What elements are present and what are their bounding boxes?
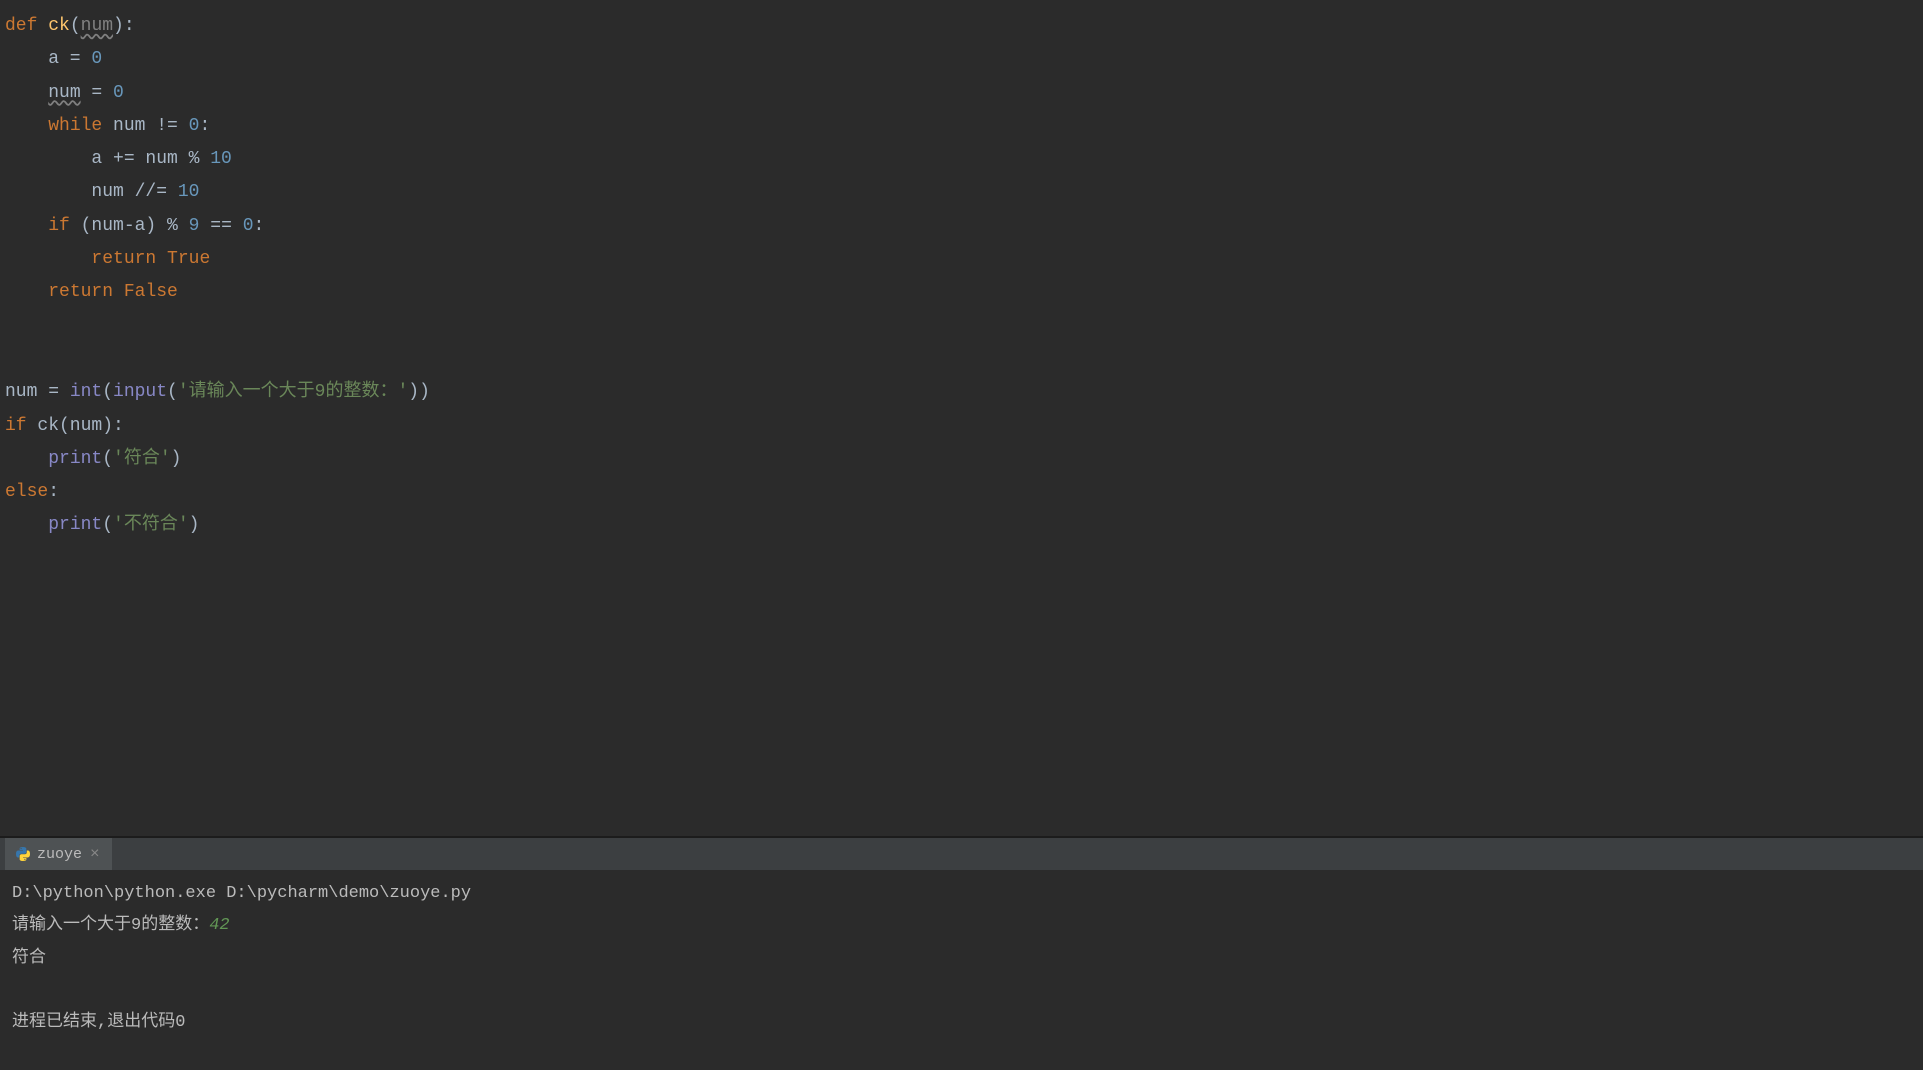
- code-line[interactable]: a = 0: [5, 43, 1918, 76]
- terminal-line: [12, 975, 1911, 1007]
- code-line[interactable]: a += num % 10: [5, 143, 1918, 176]
- terminal-output[interactable]: D:\python\python.exe D:\pycharm\demo\zuo…: [0, 870, 1923, 1070]
- code-line[interactable]: print('不符合'): [5, 509, 1918, 542]
- terminal-line: 请输入一个大于9的整数：42: [12, 910, 1911, 942]
- code-line[interactable]: num = int(input('请输入一个大于9的整数：')): [5, 376, 1918, 409]
- code-line[interactable]: while num != 0:: [5, 110, 1918, 143]
- python-icon: [15, 846, 31, 862]
- code-line[interactable]: num = 0: [5, 77, 1918, 110]
- run-tab-label: zuoye: [37, 846, 82, 863]
- code-line[interactable]: [5, 343, 1918, 376]
- close-icon[interactable]: ×: [88, 845, 102, 863]
- terminal-line: 符合: [12, 943, 1911, 975]
- code-line[interactable]: def ck(num):: [5, 10, 1918, 43]
- code-line[interactable]: else:: [5, 476, 1918, 509]
- code-editor[interactable]: def ck(num): a = 0 num = 0 while num != …: [0, 0, 1923, 836]
- code-line[interactable]: return True: [5, 243, 1918, 276]
- code-line[interactable]: if (num-a) % 9 == 0:: [5, 210, 1918, 243]
- code-line[interactable]: [5, 310, 1918, 343]
- code-line[interactable]: print('符合'): [5, 443, 1918, 476]
- code-line[interactable]: if ck(num):: [5, 410, 1918, 443]
- code-line[interactable]: return False: [5, 276, 1918, 309]
- terminal-line: 进程已结束,退出代码0: [12, 1007, 1911, 1039]
- terminal-line: D:\python\python.exe D:\pycharm\demo\zuo…: [12, 878, 1911, 910]
- run-tab-bar: zuoye ×: [0, 838, 1923, 870]
- run-tab[interactable]: zuoye ×: [5, 838, 112, 870]
- code-line[interactable]: num //= 10: [5, 176, 1918, 209]
